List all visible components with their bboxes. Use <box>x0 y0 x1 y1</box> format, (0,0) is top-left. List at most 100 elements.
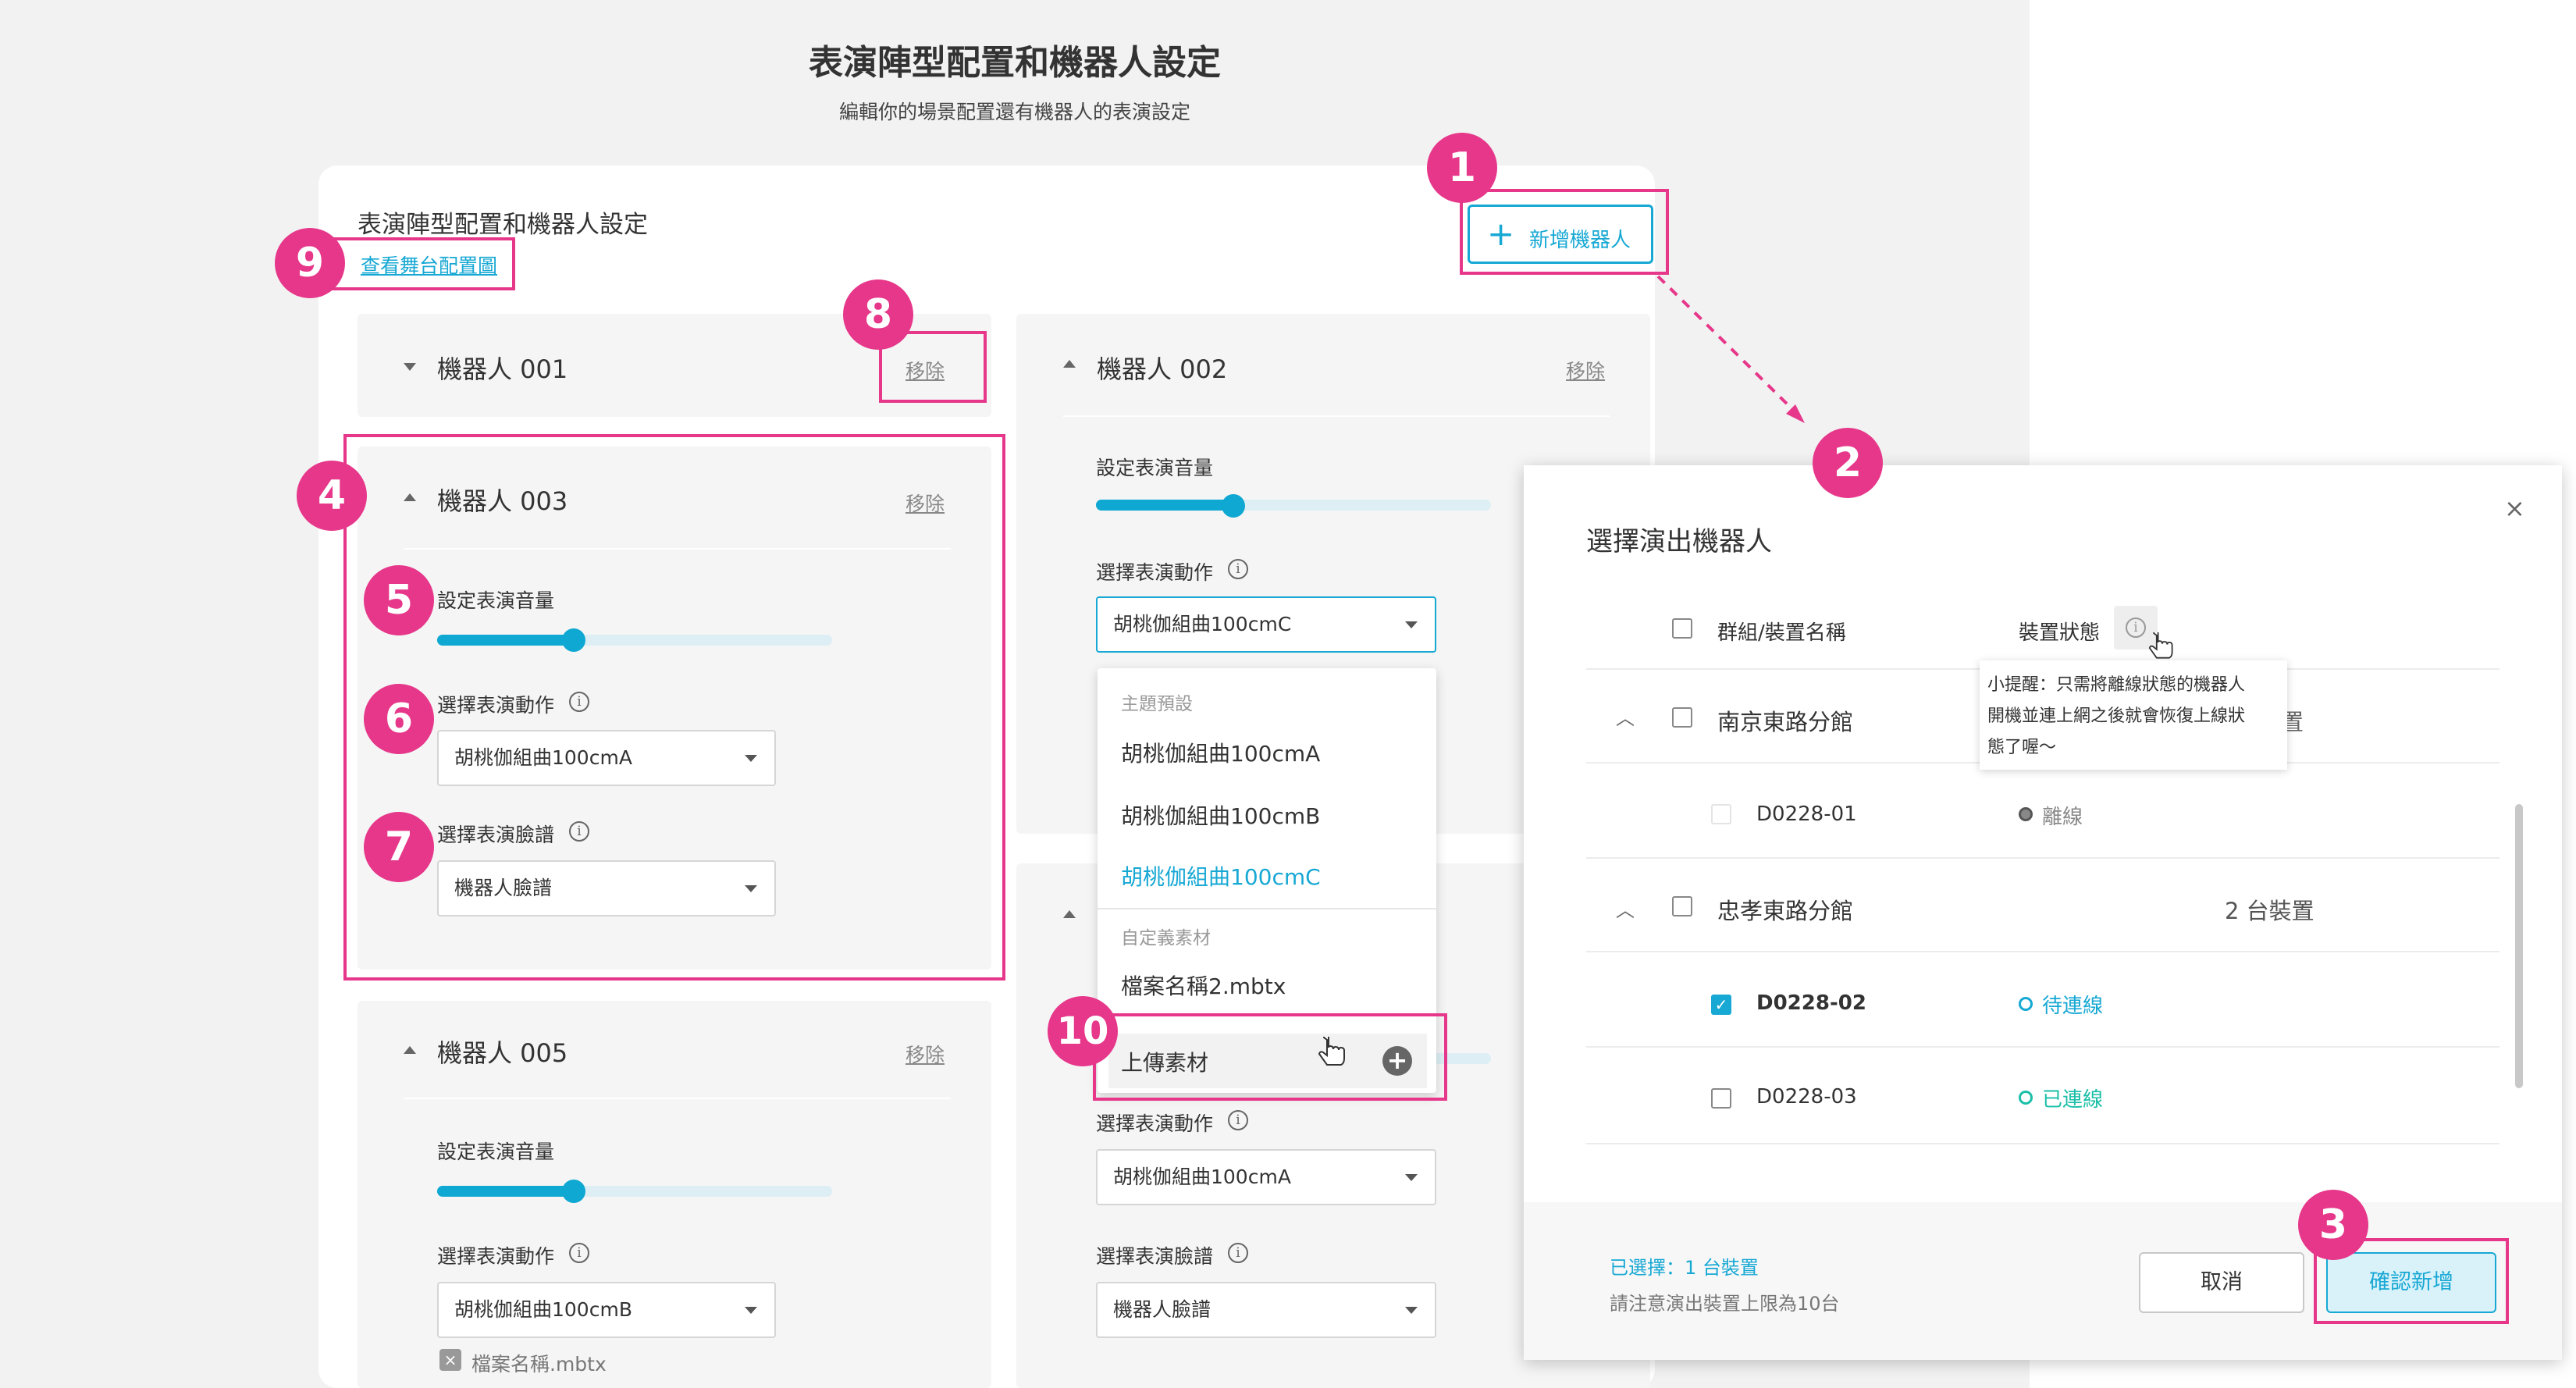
info-icon[interactable]: i <box>1228 1243 1248 1263</box>
modal-title: 選擇演出機器人 <box>1586 526 1772 557</box>
device-checkbox[interactable] <box>1711 804 1731 824</box>
annotation-badge-3: 3 <box>2298 1190 2368 1260</box>
page-subtitle: 編輯你的場景配置還有機器人的表演設定 <box>838 101 1190 123</box>
tooltip-line: 態了喔～ <box>1987 738 2057 757</box>
group-name: 忠孝東路分館 <box>1717 898 1854 924</box>
remove-file-icon[interactable]: × <box>439 1349 461 1371</box>
dropdown-group-label: 主題預設 <box>1121 694 1193 714</box>
select-value: 機器人臉譜 <box>1113 1298 1212 1321</box>
chevron-up-icon[interactable]: ︿ <box>1616 895 1635 922</box>
action-select[interactable]: 胡桃伽組曲100cmA <box>1096 1149 1436 1205</box>
annotation-badge-10: 10 <box>1048 996 1118 1066</box>
annotation-badge-5: 5 <box>364 565 434 635</box>
device-status: 離線 <box>2042 806 2083 829</box>
action-select[interactable]: 胡桃伽組曲100cmC <box>1096 596 1436 653</box>
column-header-status: 裝置狀態 <box>2019 621 2101 645</box>
online-status-dot <box>2019 1091 2033 1105</box>
offline-status-dot <box>2019 807 2033 821</box>
annotation-box-4 <box>343 434 1005 980</box>
annotation-box-10 <box>1093 1013 1447 1101</box>
robot-title: 機器人 002 <box>1097 354 1228 384</box>
annotation-box-1 <box>1460 189 1669 275</box>
close-icon[interactable]: × <box>2504 493 2525 523</box>
file-name: 檔案名稱.mbtx <box>471 1353 607 1376</box>
annotation-box-9 <box>322 237 515 290</box>
device-status: 已連線 <box>2042 1088 2104 1112</box>
volume-slider-knob[interactable] <box>562 1180 585 1203</box>
group-checkbox[interactable] <box>1672 896 1692 916</box>
tooltip-line: 小提醒：只需將離線狀態的機器人 <box>1987 675 2246 695</box>
annotation-badge-4: 4 <box>297 461 367 531</box>
face-select[interactable]: 機器人臉譜 <box>1096 1282 1436 1338</box>
expand-toggle-icon[interactable] <box>1063 360 1076 368</box>
select-all-checkbox[interactable] <box>1672 618 1692 639</box>
info-icon: i <box>2126 617 2146 638</box>
info-icon[interactable]: i <box>1228 1110 1248 1130</box>
modal-scrollbar[interactable] <box>2515 804 2523 1088</box>
row-divider <box>1586 951 2500 952</box>
info-icon[interactable]: i <box>1228 559 1248 579</box>
column-header-name: 群組/裝置名稱 <box>1717 621 1846 645</box>
select-value: 胡桃伽組曲100cmC <box>1113 613 1292 635</box>
action-select[interactable]: 胡桃伽組曲100cmB <box>437 1282 776 1338</box>
annotation-badge-2: 2 <box>1813 428 1883 498</box>
annotation-arrow <box>1656 275 1805 423</box>
volume-slider-fill <box>1096 500 1235 511</box>
dropdown-group-label: 自定義素材 <box>1121 928 1211 948</box>
tooltip-line: 開機並連上網之後就會恢復上線狀 <box>1987 706 2246 726</box>
select-value: 胡桃伽組曲100cmA <box>1113 1166 1291 1188</box>
select-value: 胡桃伽組曲100cmB <box>454 1298 632 1321</box>
annotation-badge-7: 7 <box>364 812 434 882</box>
action-label: 選擇表演動作 <box>1096 561 1214 584</box>
pending-status-dot <box>2019 997 2033 1011</box>
card-title: 表演陣型配置和機器人設定 <box>358 211 648 239</box>
caret-down-icon <box>745 1307 757 1314</box>
annotation-badge-8: 8 <box>843 279 913 350</box>
device-status: 待連線 <box>2042 995 2104 1018</box>
divider <box>1063 415 1610 417</box>
robot-title: 機器人 001 <box>437 354 568 384</box>
group-checkbox[interactable] <box>1672 707 1692 728</box>
expand-toggle-icon[interactable] <box>1063 910 1076 918</box>
device-limit-note: 請注意演出裝置上限為10台 <box>1610 1293 1840 1315</box>
caret-down-icon <box>1405 1174 1418 1181</box>
annotation-badge-1: 1 <box>1427 133 1497 203</box>
robot-title: 機器人 005 <box>437 1038 568 1068</box>
annotation-badge-6: 6 <box>364 684 434 754</box>
annotation-badge-9: 9 <box>275 228 345 298</box>
caret-down-icon <box>1405 1307 1418 1314</box>
dropdown-option[interactable]: 胡桃伽組曲100cmB <box>1121 799 1320 831</box>
caret-down-icon <box>1405 621 1418 628</box>
cancel-button[interactable]: 取消 <box>2139 1252 2304 1313</box>
volume-label: 設定表演音量 <box>437 1141 555 1163</box>
device-checkbox-checked[interactable]: ✓ <box>1711 995 1731 1015</box>
group-device-count: 2 台裝置 <box>2225 898 2314 924</box>
face-label: 選擇表演臉譜 <box>1096 1245 1214 1268</box>
row-divider <box>1586 857 2500 859</box>
row-divider <box>1586 1143 2500 1144</box>
volume-slider-knob[interactable] <box>1222 494 1245 518</box>
divider <box>404 1098 951 1099</box>
status-tooltip: 小提醒：只需將離線狀態的機器人 開機並連上網之後就會恢復上線狀 態了喔～ <box>1980 660 2287 770</box>
device-checkbox[interactable] <box>1711 1088 1731 1109</box>
dropdown-option[interactable]: 檔案名稱2.mbtx <box>1121 970 1286 1001</box>
device-id: D0228-02 <box>1756 991 1866 1015</box>
dropdown-option[interactable]: 胡桃伽組曲100cmA <box>1121 737 1320 768</box>
dropdown-option-selected[interactable]: 胡桃伽組曲100cmC <box>1121 860 1321 892</box>
remove-link[interactable]: 移除 <box>906 1040 945 1068</box>
group-name: 南京東路分館 <box>1717 709 1854 735</box>
remove-link[interactable]: 移除 <box>1566 356 1605 384</box>
device-id: D0228-03 <box>1756 1085 1857 1109</box>
action-label: 選擇表演動作 <box>1096 1112 1214 1135</box>
chevron-up-icon[interactable]: ︿ <box>1616 703 1635 730</box>
collapse-toggle-icon[interactable] <box>404 363 416 371</box>
volume-label: 設定表演音量 <box>1096 457 1214 479</box>
page-title: 表演陣型配置和機器人設定 <box>809 43 1221 83</box>
volume-slider-fill <box>437 1186 575 1197</box>
selected-count: 已選擇：1 台裝置 <box>1610 1257 1759 1279</box>
row-divider <box>1586 1046 2500 1048</box>
action-label: 選擇表演動作 <box>437 1245 555 1268</box>
device-id: D0228-01 <box>1756 803 1857 826</box>
info-icon[interactable]: i <box>569 1243 589 1263</box>
expand-toggle-icon[interactable] <box>404 1046 416 1054</box>
